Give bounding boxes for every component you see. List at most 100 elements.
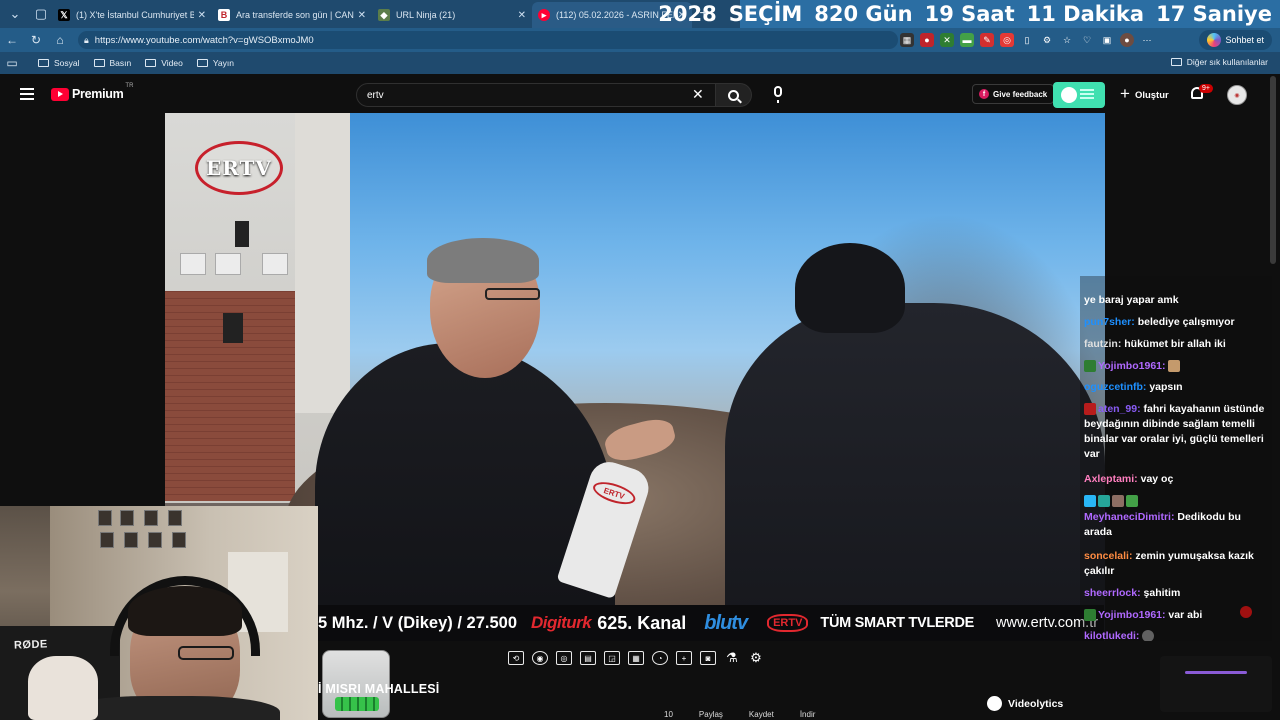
download-button[interactable]: İndir [800,710,816,719]
interviewee [725,243,1105,641]
other-bookmarks[interactable]: Diğer sık kullanılanlar [1170,57,1268,67]
extension-toggle[interactable] [1053,82,1105,108]
film-icon[interactable]: ▤ [580,651,596,665]
video-actions-row: 10 Paylaş Kaydet İndir [664,710,815,719]
close-icon[interactable]: ✕ [518,10,526,21]
extension-icon[interactable]: ▬ [960,33,974,47]
chat-username: sheerrlock: [1084,587,1141,599]
share-button[interactable]: Paylaş [699,710,723,719]
bookmark-label: Basın [109,58,132,68]
record-indicator-icon [1240,606,1252,618]
heart-icon[interactable]: ♡ [1080,33,1094,47]
videolytics-icon [987,696,1002,711]
speed-gauge-icon[interactable]: ◔ [652,651,668,665]
close-icon[interactable]: ✕ [198,10,206,21]
chat-message: Yojimbo1961: [1084,359,1270,374]
jar-label [335,697,379,711]
broadcast-icon[interactable]: ◉ [532,651,548,665]
extension-icon[interactable]: ✕ [940,33,954,47]
videolytics-extension[interactable]: Videolytics [987,696,1063,711]
extension-icon[interactable]: ● [920,33,934,47]
home-icon[interactable]: ⌂ [48,33,72,47]
profile-avatar-icon[interactable]: ● [1120,33,1134,47]
like-count[interactable]: 10 [664,710,673,719]
favorite-star-icon[interactable]: ☆ [1060,33,1074,47]
close-icon[interactable]: ✕ [358,10,366,21]
collections-icon[interactable]: ▣ [1100,33,1114,47]
picture-in-picture-icon[interactable]: ◲ [604,651,620,665]
chat-username: Yojimbo1961: [1098,609,1166,621]
camera-icon[interactable]: ◙ [700,651,716,665]
search-value: ertv [367,89,384,101]
copilot-chat-button[interactable]: Sohbet et [1199,30,1272,50]
logo-text: Premium [72,87,124,101]
ertv-logo-text: ERTV [206,156,272,180]
search-button[interactable] [716,83,752,107]
page-scrollbar[interactable] [1270,76,1276,264]
other-bookmarks-label: Diğer sık kullanılanlar [1186,57,1268,67]
notifications-count-badge: 9+ [1199,84,1213,93]
chat-message: MeyhaneciDimitri: Dedikodu bu arada [1084,510,1270,540]
tab-url-ninja[interactable]: ◆ URL Ninja (21) ✕ [372,2,532,28]
extension-icon[interactable]: ◎ [1000,33,1014,47]
wall-frame [172,532,186,548]
voice-search-mic-icon[interactable] [774,86,782,103]
chat-message: Axleptami: vay oç [1084,472,1270,487]
folder-icon [196,59,208,67]
feedback-icon: f [979,89,989,99]
back-arrow-icon[interactable]: ← [0,33,24,47]
chat-username: Yojimbo1961: [1098,360,1166,372]
search-input[interactable]: ertv [356,83,716,107]
ninja-icon: ◆ [378,9,390,21]
bookmark-folder-basin[interactable]: Basın [93,58,132,68]
create-button[interactable]: + Oluştur [1120,84,1169,104]
menu-hamburger-icon[interactable] [20,88,34,103]
workspaces-icon[interactable]: ▢ [30,3,52,25]
youtube-play-icon [51,87,69,101]
bookmark-folder-yayin[interactable]: Yayın [196,58,234,68]
filmstrip-icon[interactable]: ▦ [628,651,644,665]
youtube-premium-logo[interactable]: Premium TR [51,83,133,101]
folder-icon [38,59,49,67]
browser-nav-bar: ← ↻ ⌂ 🔒︎ https://www.youtube.com/watch?v… [0,28,1280,52]
rode-mic-brand: RØDE [13,638,48,652]
split-view-icon[interactable]: ▯ [1020,33,1034,47]
chat-username: Axleptami: [1084,473,1138,485]
lab-flask-icon[interactable]: ⚗ [724,650,740,665]
reading-list-icon[interactable]: ▭ [0,56,24,70]
extension-icon[interactable]: ✎ [980,33,994,47]
clear-search-icon[interactable]: ✕ [692,86,704,103]
eye-icon[interactable]: ◎ [556,651,572,665]
progress-line [1185,671,1247,674]
bookmark-folder-video[interactable]: Video [145,58,183,68]
add-icon[interactable]: + [676,651,692,665]
tab-x-twitter[interactable]: 𝕏 (1) X'te İstanbul Cumhuriyet Başsa ✕ [52,2,212,28]
chat-text: hükümet bir allah iki [1124,338,1226,350]
tab-canli-bl[interactable]: B Ara transferde son gün | CANLI BL ✕ [212,2,372,28]
loop-icon[interactable]: ⟲ [508,651,524,665]
folder-icon [145,59,157,67]
chat-text: yapsın [1149,381,1183,393]
more-dots-icon[interactable]: ⋯ [1140,33,1154,47]
reload-icon[interactable]: ↻ [24,33,48,47]
ertv-badge: ERTV [767,614,809,632]
election-countdown-banner: 2028 SEÇİM 820 Gün 19 Saat 11 Dakika 17 … [658,0,1280,28]
extension-icon[interactable]: ▦ [900,33,914,47]
tab-list-chevron-icon[interactable]: ⌄ [4,3,26,25]
wall-frame [124,532,138,548]
countdown-seconds: 17 Saniye [1156,2,1272,26]
url-text: https://www.youtube.com/watch?v=gWSOBxmo… [94,34,314,46]
bookmark-folder-sosyal[interactable]: Sosyal [38,58,80,68]
settings-icon[interactable]: ⚙ [1040,33,1054,47]
microphone-foam [28,656,98,720]
streamer-hair [128,586,242,636]
account-avatar[interactable]: ◉ [1227,85,1247,105]
settings-gear-icon[interactable]: ⚙ [748,650,764,665]
chat-badges-row [1084,494,1270,509]
save-button[interactable]: Kaydet [749,710,774,719]
emote-icon [1098,495,1110,508]
chat-text: belediye çalışmıyor [1137,316,1235,328]
address-bar[interactable]: 🔒︎ https://www.youtube.com/watch?v=gWSOB… [78,31,898,49]
give-feedback-button[interactable]: f Give feedback [972,84,1055,104]
folder-icon [93,59,105,67]
